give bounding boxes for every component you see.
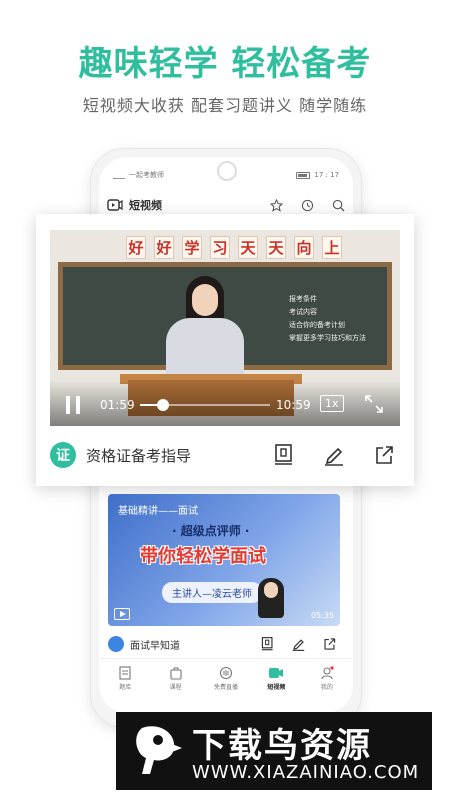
bird-logo-icon: [136, 726, 182, 774]
search-icon[interactable]: [332, 199, 345, 212]
star-icon[interactable]: [270, 198, 283, 212]
classroom-banner: 好 好 学 习 天 天 向 上: [126, 236, 342, 259]
tab-courses[interactable]: 课程: [150, 659, 200, 698]
certificate-icon: 证: [50, 442, 76, 468]
status-carrier: 一起考教师: [129, 171, 164, 179]
progress-knob[interactable]: [157, 399, 170, 411]
bottom-tab-bar: 题库 课程 免费直播 短视频 我的: [100, 658, 352, 698]
banner-char: 好: [154, 236, 174, 259]
tab-label: 免费直播: [214, 684, 239, 691]
thumbnail-top-text: 基础精讲——面试: [118, 506, 198, 517]
banner-char: 向: [294, 236, 314, 259]
hero-subtitle: 短视频大收获 配套习题讲义 随学随练: [82, 96, 368, 115]
status-bar: 一起考教师 17 : 17: [113, 167, 339, 183]
notebook-icon[interactable]: [274, 444, 294, 466]
tab-question-bank[interactable]: 题库: [100, 659, 150, 698]
play-icon: [114, 608, 130, 620]
board-line: 考试内容: [289, 308, 317, 316]
thumbnail-main-text: 带你轻松学面试: [140, 546, 266, 567]
board-line: 掌握更多学习技巧和方法: [289, 334, 366, 342]
pencil-icon[interactable]: [292, 637, 305, 651]
status-time: 17 : 17: [314, 171, 339, 179]
video-row-title[interactable]: 面试早知道: [130, 637, 180, 652]
share-icon[interactable]: [374, 444, 394, 466]
video-card-footer: 证 资格证备考指导: [50, 440, 400, 470]
tab-short-video[interactable]: 短视频: [251, 659, 301, 698]
video-title[interactable]: 资格证备考指导: [86, 445, 191, 466]
appbar-title: 短视频: [129, 199, 162, 212]
thumbnail-sub-text: · 超级点评师 ·: [172, 524, 250, 538]
board-line: 报考条件: [289, 295, 317, 303]
tab-mine[interactable]: 我的: [302, 659, 352, 698]
total-time: 10:59: [276, 398, 311, 412]
tab-label: 题库: [119, 684, 132, 691]
live-icon: [219, 666, 233, 680]
banner-char: 上: [322, 236, 342, 259]
video-card: 好 好 学 习 天 天 向 上 报考条件 考试内容 适合你的备考计划 掌握更多学…: [36, 214, 414, 486]
tab-live[interactable]: 免费直播: [201, 659, 251, 698]
progress-bar[interactable]: [140, 399, 270, 411]
banner-char: 天: [238, 236, 258, 259]
notebook-icon[interactable]: [261, 637, 274, 651]
tab-label: 我的: [320, 684, 333, 691]
banner-char: 学: [182, 236, 202, 259]
fullscreen-icon[interactable]: [364, 394, 384, 414]
bag-icon: [170, 667, 182, 680]
channel-icon: [108, 636, 124, 652]
pencil-icon[interactable]: [324, 444, 344, 466]
banner-char: 天: [266, 236, 286, 259]
watermark-title: 下载鸟资源: [192, 726, 372, 766]
user-icon: [321, 666, 334, 680]
speed-button[interactable]: 1x: [320, 395, 344, 412]
battery-icon: [296, 171, 311, 179]
share-icon[interactable]: [323, 637, 336, 651]
history-icon[interactable]: [301, 199, 314, 212]
tab-label: 短视频: [267, 684, 286, 691]
hero-title: 趣味轻学 轻松备考: [78, 44, 372, 84]
pause-icon[interactable]: [66, 396, 80, 414]
current-time: 01:59: [100, 398, 135, 412]
video-controls: 01:59 10:59 1x: [50, 390, 400, 420]
thumbnail-duration: 05:35: [310, 611, 334, 620]
video-row: 面试早知道: [108, 634, 340, 654]
watermark-banner: 下载鸟资源 WWW.XIAZAINIAO.COM: [116, 712, 432, 790]
video-thumbnail[interactable]: 基础精讲——面试 · 超级点评师 · 带你轻松学面试 主讲人—凌云老师 05:3…: [108, 494, 340, 626]
board-line: 适合你的备考计划: [289, 321, 345, 329]
banner-char: 好: [126, 236, 146, 259]
banner-char: 习: [210, 236, 230, 259]
signal-icon: [113, 172, 125, 179]
video-player[interactable]: 好 好 学 习 天 天 向 上 报考条件 考试内容 适合你的备考计划 掌握更多学…: [50, 230, 400, 426]
thumbnail-lecturer: 主讲人—凌云老师: [162, 582, 262, 603]
tab-label: 课程: [169, 684, 182, 691]
watermark-url: WWW.XIAZAINIAO.COM: [192, 762, 420, 783]
video-icon: [107, 199, 123, 211]
video-icon: [269, 668, 284, 678]
book-icon: [119, 666, 131, 680]
